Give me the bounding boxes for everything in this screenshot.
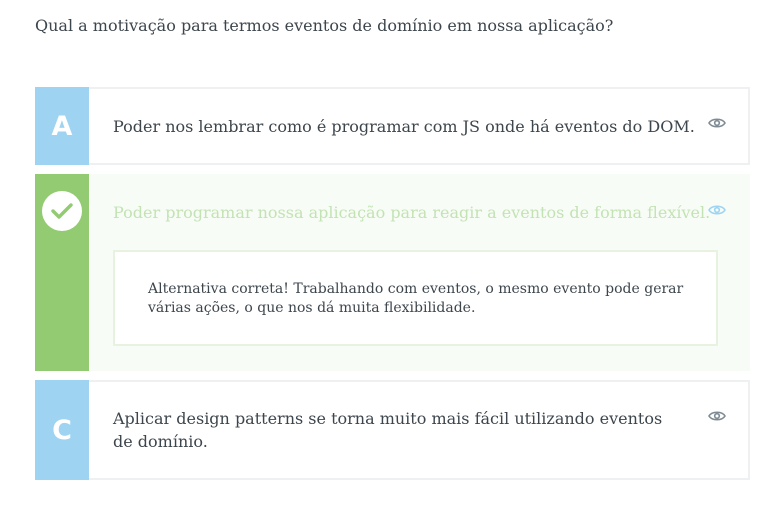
feedback-box: Alternativa correta! Trabalhando com eve… [113,250,718,346]
alternative-a[interactable]: A Poder nos lembrar como é programar com… [35,87,750,165]
alternative-text: Aplicar design patterns se torna muito m… [113,409,663,451]
check-icon [51,203,73,219]
feedback-text: Alternativa correta! Trabalhando com eve… [148,281,684,316]
eye-icon[interactable] [708,410,726,422]
alternative-c[interactable]: C Aplicar design patterns se torna muito… [35,380,750,480]
question-text: Qual a motivação para termos eventos de … [35,16,614,35]
eye-icon[interactable] [708,204,726,216]
correct-indicator-bar [35,174,89,371]
alternative-letter: C [52,414,72,446]
alternative-letter-box: C [35,380,89,480]
alternative-text: Poder nos lembrar como é programar com J… [113,117,695,136]
check-circle [42,191,82,231]
alternative-b-correct[interactable]: Poder programar nossa aplicação para rea… [35,174,750,371]
alternative-letter: A [51,110,73,142]
alternative-text: Poder programar nossa aplicação para rea… [113,203,711,222]
alternative-letter-box: A [35,87,89,165]
eye-icon[interactable] [708,117,726,129]
